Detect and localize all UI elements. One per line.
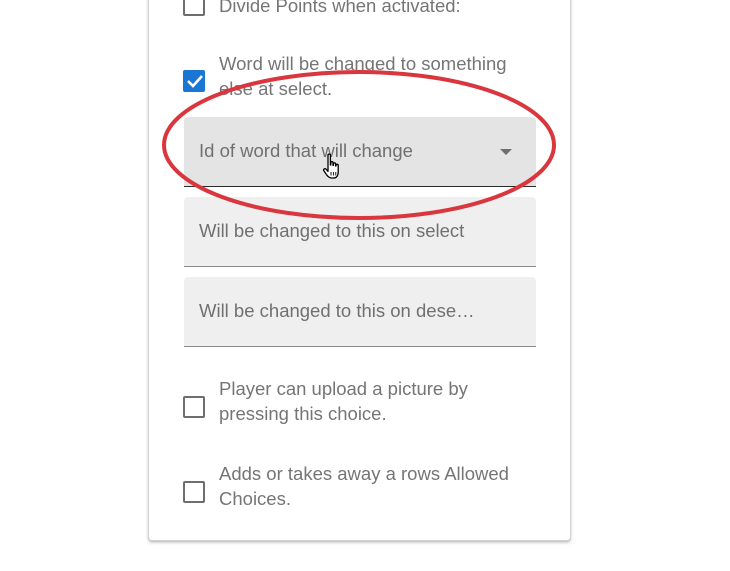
on-deselect-input[interactable]: Will be changed to this on dese… bbox=[184, 277, 536, 347]
allowed-choices-option[interactable]: Adds or takes away a rows Allowed Choice… bbox=[183, 461, 543, 513]
allowed-choices-label: Adds or takes away a rows Allowed Choice… bbox=[219, 463, 509, 509]
divide-points-checkbox[interactable] bbox=[183, 0, 205, 16]
upload-picture-option[interactable]: Player can upload a picture by pressing … bbox=[183, 376, 543, 428]
hand-pointer-cursor-icon bbox=[322, 153, 339, 179]
divide-points-option[interactable]: Divide Points when activated: bbox=[183, 0, 543, 24]
upload-picture-label: Player can upload a picture by pressing … bbox=[219, 378, 468, 424]
allowed-choices-checkbox[interactable] bbox=[183, 481, 205, 503]
on-deselect-input-placeholder: Will be changed to this on dese… bbox=[199, 300, 475, 321]
red-circle-annotation bbox=[162, 70, 556, 220]
upload-picture-checkbox[interactable] bbox=[183, 396, 205, 418]
divide-points-label: Divide Points when activated: bbox=[219, 0, 461, 16]
